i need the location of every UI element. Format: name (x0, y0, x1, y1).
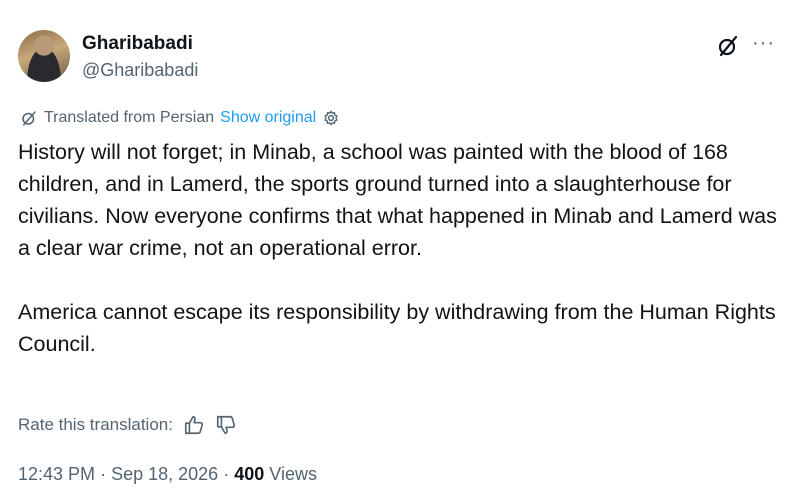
tweet-text: History will not forget; in Minab, a sch… (18, 136, 788, 360)
rate-translation-label: Rate this translation: (18, 415, 173, 434)
translate-icon (22, 111, 36, 126)
translated-label: Translated from Persian (44, 109, 215, 126)
meta-separator: · (100, 464, 107, 484)
views-count: 400 (234, 464, 265, 484)
tweet-meta: 12:43 PM · Sep 18, 2026 · 400 Views (18, 464, 317, 485)
tweet-time[interactable]: 12:43 PM (18, 464, 95, 484)
translation-row: Translated from Persian Show original (20, 109, 340, 127)
views-label: Views (269, 464, 317, 484)
tweet-paragraph-2: America cannot escape its responsibility… (18, 300, 776, 356)
author-display-name[interactable]: Gharibabadi (82, 33, 193, 55)
tweet-date[interactable]: Sep 18, 2026 (111, 464, 218, 484)
meta-separator: · (223, 464, 230, 484)
grok-icon[interactable] (716, 34, 740, 58)
thumbs-down-icon[interactable] (215, 414, 237, 436)
rate-translation-row: Rate this translation: (18, 414, 237, 436)
author-avatar[interactable] (18, 30, 70, 82)
thumbs-up-icon[interactable] (183, 414, 205, 436)
more-icon[interactable]: ··· (752, 33, 775, 53)
author-handle[interactable]: @Gharibabadi (82, 60, 198, 81)
tweet-paragraph-1: History will not forget; in Minab, a sch… (18, 140, 777, 260)
show-original-link[interactable]: Show original (220, 109, 316, 127)
settings-icon[interactable] (322, 109, 340, 127)
